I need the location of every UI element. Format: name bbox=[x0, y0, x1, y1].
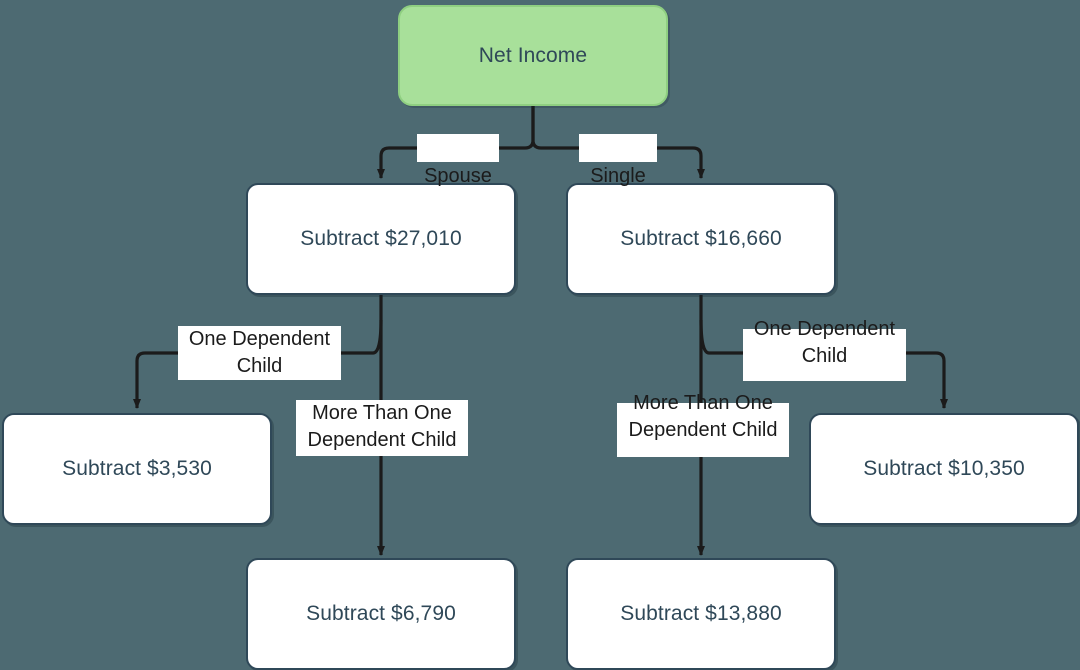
node-subtract-6790[interactable]: Subtract $6,790 bbox=[246, 558, 516, 670]
edge-label-more-than-one-dependent-child-left-text: More Than One Dependent Child bbox=[307, 402, 457, 451]
edge-label-one-dependent-child-left-text: One Dependent Child bbox=[188, 328, 331, 377]
edge-label-spouse: Spouse bbox=[417, 134, 499, 187]
node-subtract-3530-label: Subtract $3,530 bbox=[62, 457, 212, 480]
node-subtract-16660[interactable]: Subtract $16,660 bbox=[566, 183, 836, 295]
edge-label-more-than-one-dependent-child-left: More Than One Dependent Child bbox=[296, 400, 468, 456]
flowchart-canvas: Net Income Subtract $27,010 Subtract $16… bbox=[0, 0, 1080, 670]
edge-label-spouse-text: Spouse bbox=[424, 165, 492, 187]
node-net-income-label: Net Income bbox=[478, 43, 588, 67]
edge-label-single: Single bbox=[579, 134, 657, 187]
node-subtract-6790-label: Subtract $6,790 bbox=[306, 602, 456, 625]
node-subtract-10350[interactable]: Subtract $10,350 bbox=[809, 413, 1079, 525]
node-subtract-27010-label: Subtract $27,010 bbox=[300, 227, 462, 250]
node-subtract-27010[interactable]: Subtract $27,010 bbox=[246, 183, 516, 295]
edge-label-one-dependent-child-left: One Dependent Child bbox=[178, 326, 341, 380]
edge-label-more-than-one-dependent-child-right: More Than One Dependent Child bbox=[617, 392, 789, 457]
node-subtract-3530[interactable]: Subtract $3,530 bbox=[2, 413, 272, 525]
edge-label-one-dependent-child-right-text: One Dependent Child bbox=[753, 318, 896, 367]
node-subtract-10350-label: Subtract $10,350 bbox=[863, 457, 1025, 480]
node-subtract-16660-label: Subtract $16,660 bbox=[620, 227, 782, 250]
edge-label-more-than-one-dependent-child-right-text: More Than One Dependent Child bbox=[628, 392, 778, 441]
node-net-income[interactable]: Net Income bbox=[398, 5, 668, 106]
edge-label-single-text: Single bbox=[590, 165, 646, 187]
edge-label-one-dependent-child-right: One Dependent Child bbox=[743, 318, 906, 381]
node-subtract-13880-label: Subtract $13,880 bbox=[620, 602, 782, 625]
node-subtract-13880[interactable]: Subtract $13,880 bbox=[566, 558, 836, 670]
